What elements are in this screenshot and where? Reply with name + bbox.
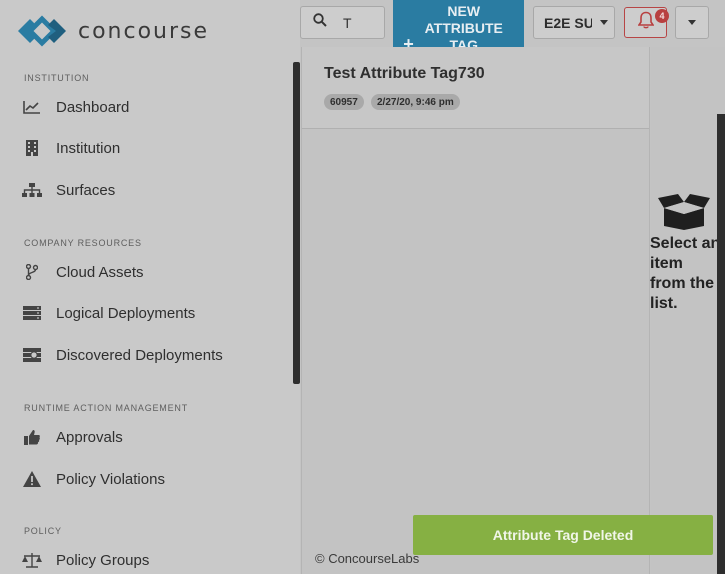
code-branch-icon <box>22 263 42 281</box>
sidebar-item-label: Policy Violations <box>56 470 165 488</box>
sidebar: concourse Institution Dashboard Institut… <box>0 0 300 574</box>
sidebar-item-label: Logical Deployments <box>56 304 196 322</box>
environment-label: E2E SU <box>544 14 592 31</box>
server-stack-icon <box>22 304 42 322</box>
brand-name: concourse <box>78 18 210 44</box>
sidebar-item-dashboard[interactable]: Dashboard <box>22 96 129 118</box>
section-title-runtime-action-management: Runtime Action Management <box>24 403 189 413</box>
section-title-company-resources: Company Resources <box>24 238 142 248</box>
warning-icon <box>22 470 42 488</box>
concourse-logo[interactable]: concourse <box>16 12 209 50</box>
chevron-down-icon <box>600 20 608 25</box>
sidebar-item-label: Policy Groups <box>56 551 150 569</box>
sidebar-item-cloud-assets[interactable]: Cloud Assets <box>22 261 144 283</box>
section-title-institution: Institution <box>24 73 90 83</box>
bell-icon <box>637 11 654 34</box>
sidebar-item-institution[interactable]: Institution <box>22 137 120 159</box>
list-item-title: Test Attribute Tag730 <box>324 65 485 82</box>
sidebar-item-logical-deployments[interactable]: Logical Deployments <box>22 302 195 324</box>
empty-state-message: Select an item from the list. <box>650 235 721 312</box>
search-icon <box>313 13 327 32</box>
success-toast[interactable]: Attribute Tag Deleted <box>413 515 713 555</box>
discovered-icon <box>22 346 42 364</box>
sidebar-scrollbar[interactable] <box>293 62 300 384</box>
concourse-logo-icon <box>18 15 66 47</box>
sidebar-item-label: Approvals <box>56 428 123 446</box>
open-box-icon <box>658 194 710 235</box>
chart-line-icon <box>22 98 42 116</box>
sidebar-item-label: Institution <box>56 139 121 157</box>
list-item[interactable]: Test Attribute Tag730 60957 2/27/20, 9:4… <box>302 47 649 129</box>
attribute-tag-list: Test Attribute Tag730 60957 2/27/20, 9:4… <box>301 47 650 574</box>
balance-scale-icon <box>22 551 42 569</box>
notification-count-badge: 4 <box>655 9 669 23</box>
sidebar-item-label: Surfaces <box>56 181 116 199</box>
environment-select[interactable]: E2E SU <box>533 6 615 39</box>
sidebar-item-policy-violations[interactable]: Policy Violations <box>22 468 165 490</box>
detail-scrollbar[interactable] <box>717 114 725 574</box>
chevron-down-icon <box>688 20 696 25</box>
thumbs-up-icon <box>22 428 42 446</box>
building-icon <box>22 139 42 157</box>
sidebar-item-discovered-deployments[interactable]: Discovered Deployments <box>22 344 223 366</box>
id-badge: 60957 <box>324 94 364 110</box>
sidebar-item-approvals[interactable]: Approvals <box>22 426 123 448</box>
footer-copyright: © ConcourseLabs <box>315 551 420 566</box>
date-badge: 2/27/20, 9:46 pm <box>371 94 460 110</box>
sitemap-icon <box>22 181 42 199</box>
sidebar-item-policy-groups[interactable]: Policy Groups <box>22 549 149 571</box>
search-box[interactable] <box>300 6 385 39</box>
sidebar-item-label: Cloud Assets <box>56 263 144 281</box>
search-input[interactable] <box>343 14 383 31</box>
user-menu-dropdown[interactable] <box>675 6 709 39</box>
sidebar-item-label: Discovered Deployments <box>56 346 223 364</box>
sidebar-item-surfaces[interactable]: Surfaces <box>22 179 115 201</box>
section-title-policy: Policy <box>24 526 62 536</box>
sidebar-item-label: Dashboard <box>56 98 130 116</box>
